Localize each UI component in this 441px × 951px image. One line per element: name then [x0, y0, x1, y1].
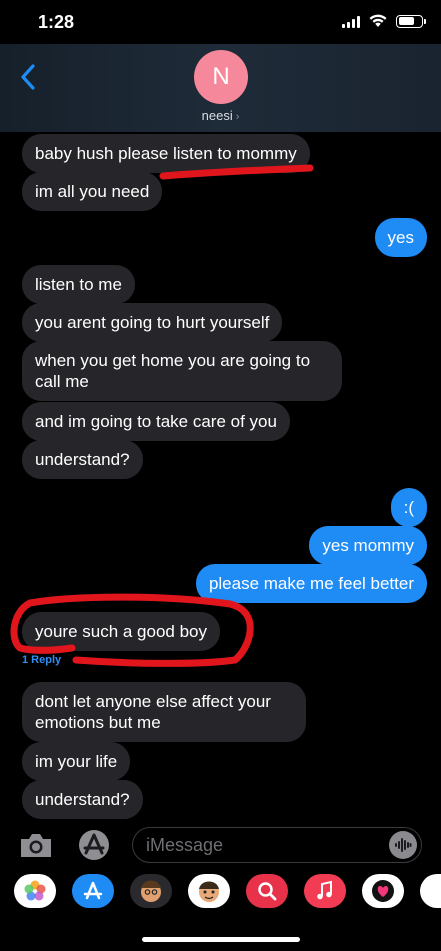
message-input-field[interactable] [132, 827, 422, 863]
message-bubble[interactable]: you arent going to hurt yourself [22, 303, 283, 342]
reply-count-link[interactable]: 1 Reply [22, 654, 61, 666]
battery-icon [396, 14, 426, 28]
message-bubble[interactable]: baby hush please listen to mommy [22, 134, 310, 173]
message-bubble[interactable]: im all you need [22, 172, 163, 211]
message-bubble[interactable]: when you get home you are going to call … [22, 341, 342, 401]
contact-name-button[interactable]: neesi › [0, 108, 441, 123]
message-bubble[interactable]: yes mommy [309, 526, 427, 565]
home-indicator[interactable] [142, 937, 300, 942]
status-icons [342, 14, 426, 28]
status-bar: 1:28 [0, 0, 441, 44]
memoji-app-icon-2[interactable] [188, 874, 230, 908]
composer-bar [0, 822, 441, 870]
chevron-left-icon[interactable] [16, 62, 40, 92]
digital-touch-app-icon[interactable] [362, 874, 404, 908]
waveform-icon[interactable] [389, 831, 417, 859]
app-store-icon[interactable] [76, 829, 112, 861]
app-store-app-icon[interactable] [72, 874, 114, 908]
message-input[interactable] [146, 835, 376, 856]
message-bubble[interactable]: and im going to take care of you [22, 402, 290, 441]
message-bubble[interactable]: youre such a good boy [22, 612, 221, 651]
message-bubble[interactable]: yes [374, 218, 427, 257]
status-time: 1:28 [38, 12, 75, 32]
message-thread[interactable]: baby hush please listen to mommy im all … [0, 132, 441, 822]
message-bubble[interactable]: dont let anyone else affect your emotion… [22, 682, 306, 742]
message-bubble[interactable]: :( [390, 488, 427, 527]
message-bubble[interactable]: understand? [22, 780, 143, 819]
search-images-app-icon[interactable] [246, 874, 288, 908]
message-bubble[interactable]: im your life [22, 742, 131, 781]
contact-name: neesi [201, 108, 233, 123]
avatar[interactable]: N [194, 50, 248, 104]
cellular-signal-icon [342, 15, 360, 28]
photos-app-icon[interactable] [14, 874, 56, 908]
chevron-right-icon: › [235, 111, 240, 123]
message-bubble[interactable]: listen to me [22, 265, 135, 304]
camera-icon[interactable] [18, 831, 54, 859]
wifi-icon [369, 14, 387, 27]
music-app-icon[interactable] [304, 874, 346, 908]
memoji-app-icon[interactable] [130, 874, 172, 908]
more-apps-icon[interactable] [420, 874, 441, 908]
message-bubble[interactable]: please make me feel better [195, 564, 427, 603]
conversation-header: N neesi › [0, 44, 441, 132]
app-tray [0, 870, 441, 914]
message-bubble[interactable]: understand? [22, 440, 143, 479]
